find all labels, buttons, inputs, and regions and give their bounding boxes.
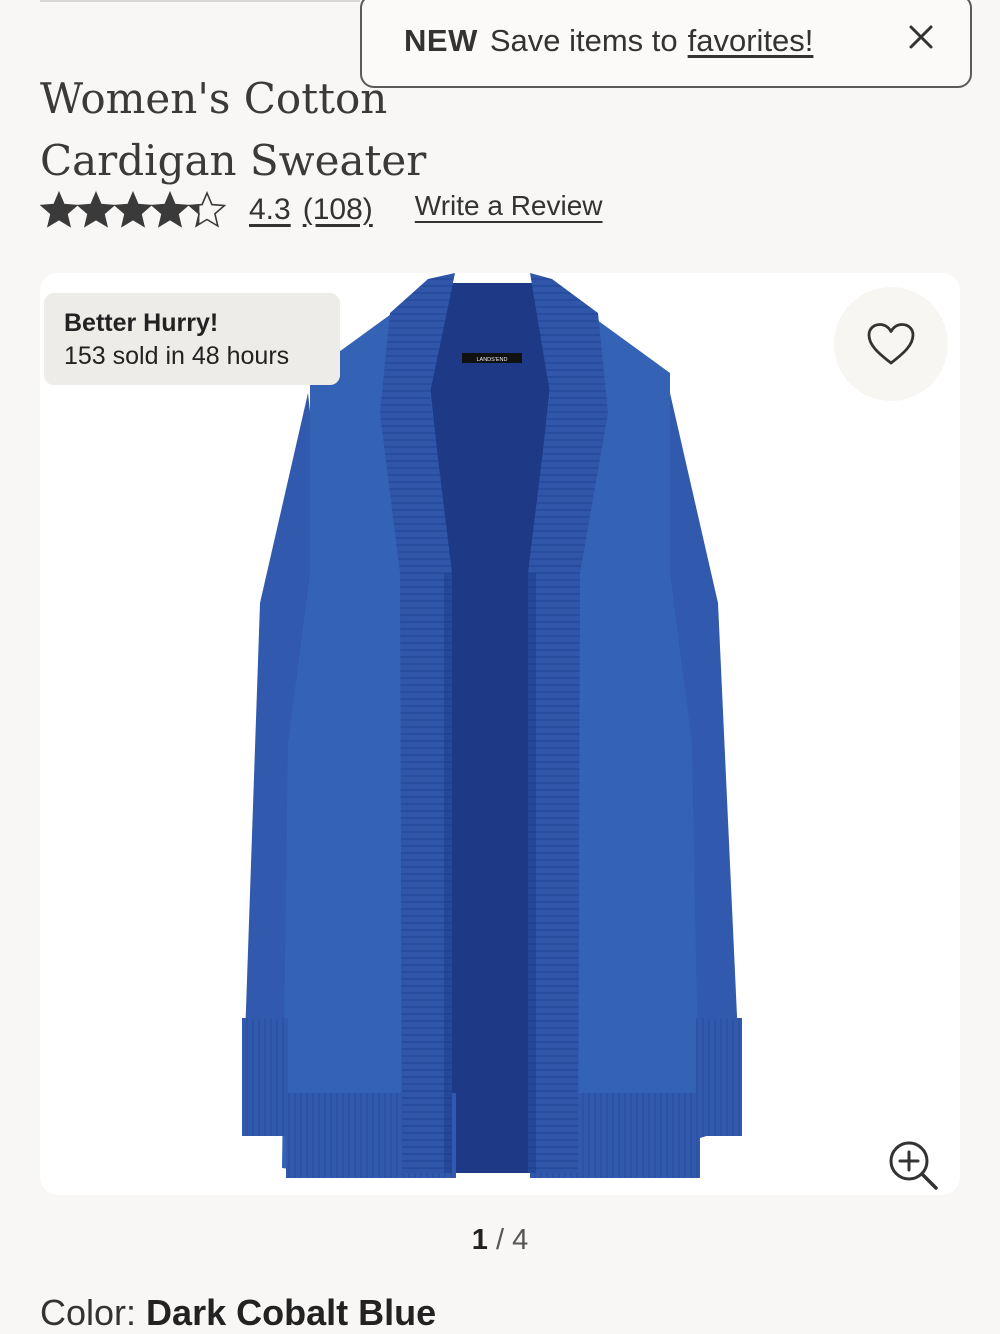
- toast-new-label: NEW: [404, 23, 478, 58]
- rating-count[interactable]: (108): [303, 193, 373, 227]
- pager-total: 4: [512, 1224, 529, 1256]
- toast-message: Save items to: [489, 23, 678, 58]
- pager-current: 1: [471, 1224, 488, 1256]
- heart-icon: [867, 323, 915, 365]
- star-rating[interactable]: [40, 191, 226, 229]
- product-title-line1: Women's Cotton: [40, 74, 388, 124]
- brand-tag: LANDS'END: [476, 357, 507, 363]
- product-image-card[interactable]: LANDS'END Better Hurry! 153 sold in 48 h…: [40, 273, 960, 1195]
- product-title-line2: Cardigan Sweater: [40, 136, 427, 186]
- close-icon[interactable]: [906, 22, 936, 52]
- header-divider: [40, 0, 360, 2]
- product-image[interactable]: LANDS'END: [230, 273, 770, 1195]
- rating-row: 4.3 (108) Write a Review: [40, 188, 603, 232]
- badge-headline: Better Hurry!: [64, 309, 219, 337]
- rating-value[interactable]: 4.3: [249, 193, 291, 227]
- badge-detail: 153 sold in 48 hours: [64, 342, 290, 370]
- star-icon: [188, 191, 226, 228]
- color-selection: Color: Dark Cobalt Blue: [40, 1292, 436, 1334]
- star-icon: [151, 191, 189, 228]
- write-review-link[interactable]: Write a Review: [415, 190, 603, 222]
- star-icon: [77, 191, 115, 228]
- gallery-pager: 1 / 4: [0, 1224, 1000, 1257]
- favorite-button[interactable]: [834, 287, 948, 401]
- star-icon: [40, 191, 78, 228]
- pager-separator: /: [495, 1224, 505, 1256]
- star-icon: [114, 191, 152, 228]
- toast-favorites-link[interactable]: favorites!: [688, 23, 814, 59]
- favorites-toast: NEW Save items to favorites!: [360, 0, 972, 88]
- color-value: Dark Cobalt Blue: [146, 1292, 437, 1333]
- zoom-in-icon[interactable]: [886, 1139, 942, 1195]
- urgency-badge: Better Hurry! 153 sold in 48 hours: [44, 293, 340, 385]
- color-label: Color:: [40, 1292, 137, 1333]
